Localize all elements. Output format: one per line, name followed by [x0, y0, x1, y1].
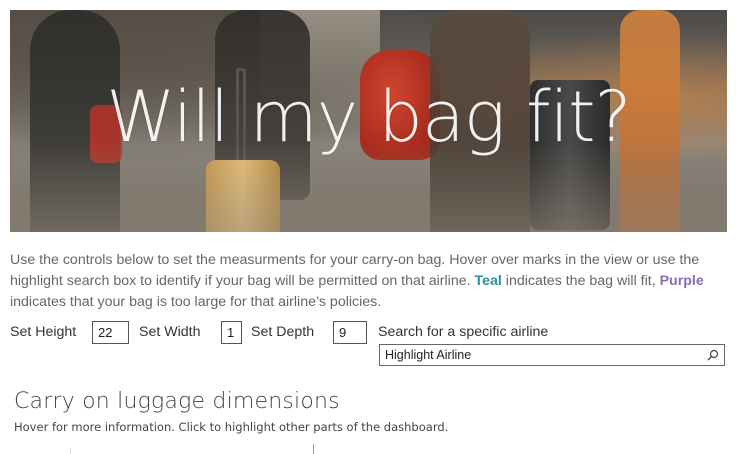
height-input[interactable]: 22 [92, 321, 129, 344]
page-title: Will my bag fit? [106, 76, 631, 158]
instructions-text: Use the controls below to set the measur… [10, 250, 730, 313]
airline-search-placeholder: Highlight Airline [385, 348, 472, 362]
measurement-controls: Set Height 22 Set Width 1 Set Depth 9 Se… [10, 321, 730, 345]
height-label: Set Height [10, 324, 77, 340]
width-input[interactable]: 1 [221, 321, 242, 344]
chart-section-title: Carry on luggage dimensions [14, 389, 340, 414]
depth-label: Set Depth [251, 324, 315, 340]
hero-banner: Will my bag fit? [10, 10, 727, 232]
instructions-part-3: indicates that your bag is too large for… [10, 294, 382, 310]
chart-section-subtitle: Hover for more information. Click to hig… [14, 420, 449, 434]
chart-axis-tick [313, 444, 314, 454]
teal-keyword: Teal [474, 273, 502, 289]
chart-axis-tick-faint [70, 448, 71, 454]
purple-keyword: Purple [659, 273, 704, 289]
airline-search-input[interactable]: Highlight Airline [379, 344, 725, 366]
depth-input[interactable]: 9 [333, 321, 367, 344]
width-label: Set Width [139, 324, 201, 340]
instructions-part-2: indicates the bag will fit, [501, 273, 660, 289]
search-icon[interactable] [707, 349, 719, 361]
airline-search-label: Search for a specific airline [378, 324, 549, 340]
